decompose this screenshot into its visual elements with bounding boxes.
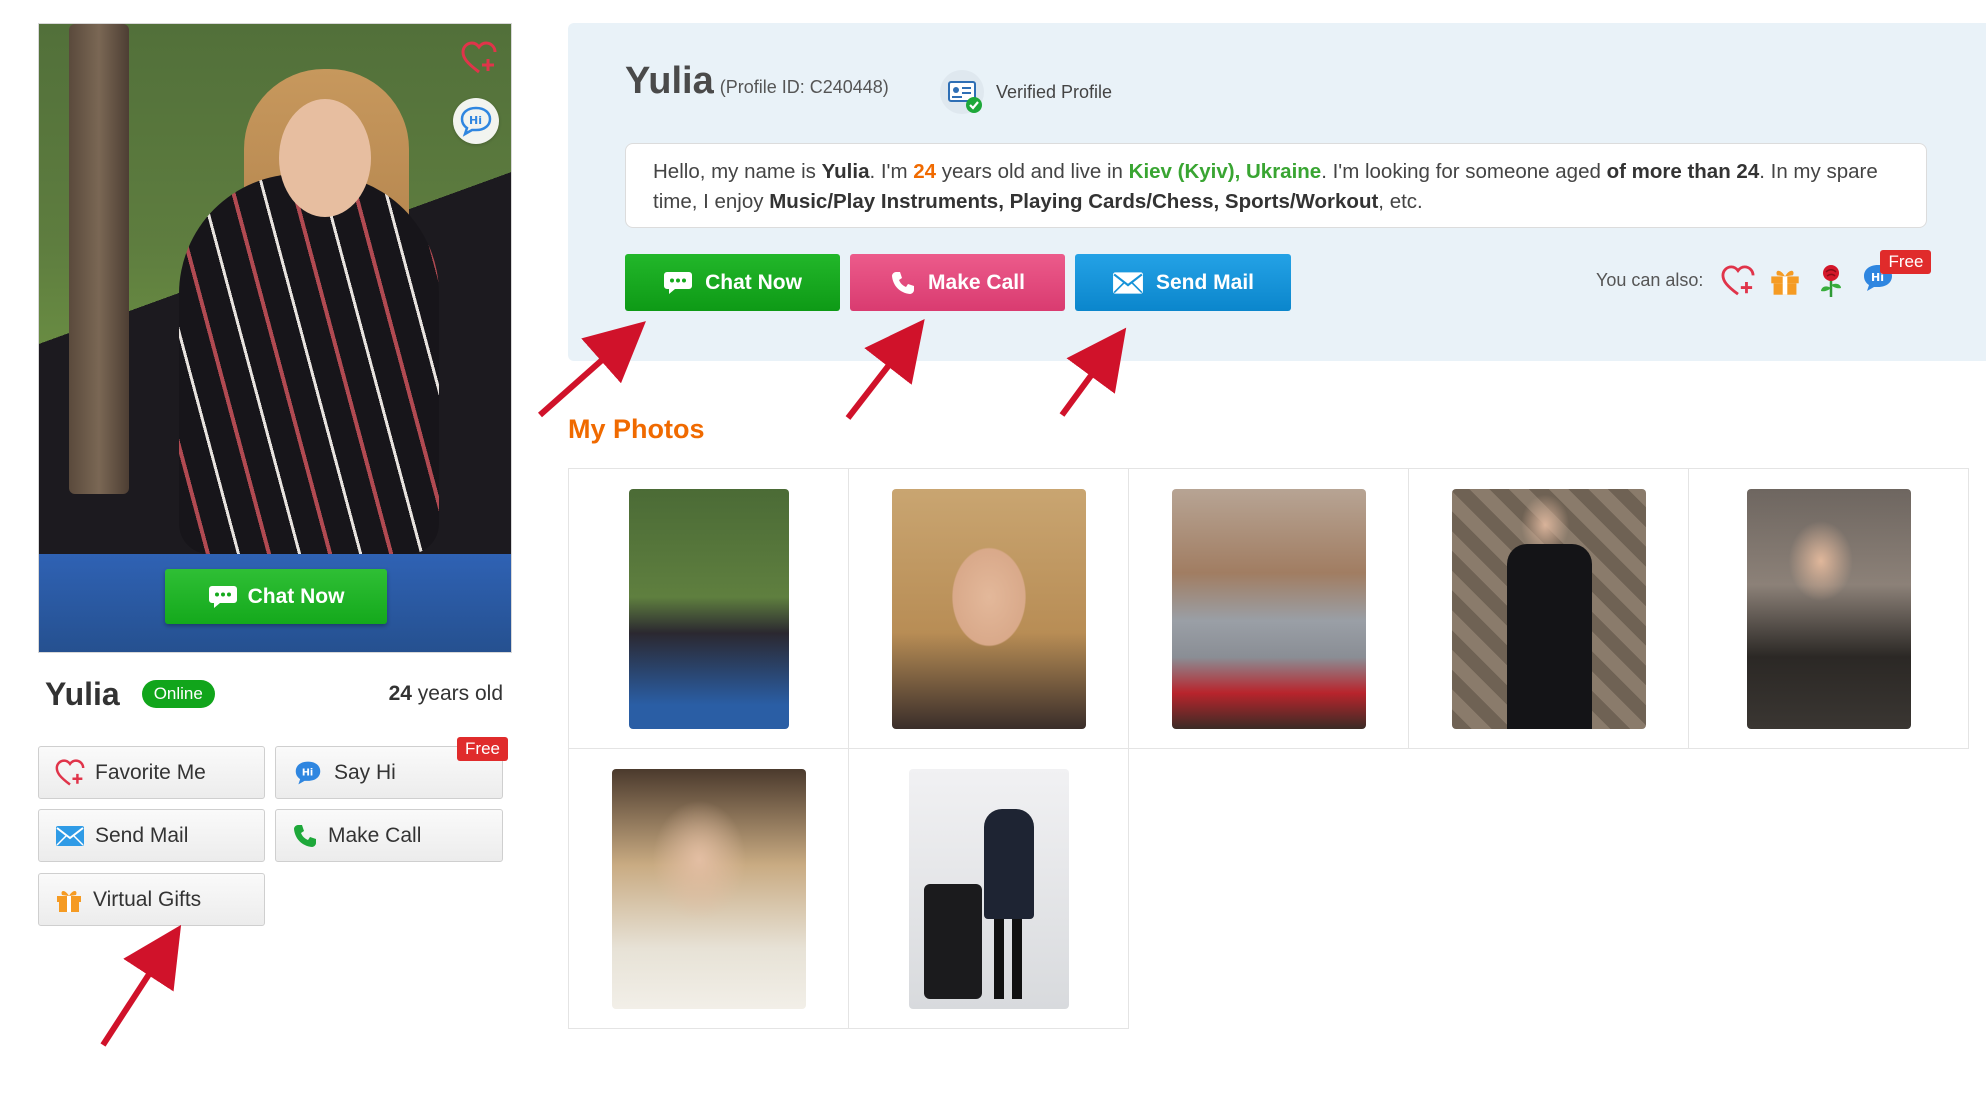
make-call-main-button[interactable]: Make Call xyxy=(850,254,1065,311)
bio-text-3: years old and live in xyxy=(936,160,1129,183)
make-call-main-label: Make Call xyxy=(928,270,1025,294)
photo-thumbnail[interactable] xyxy=(628,488,789,729)
rose-icon[interactable] xyxy=(1815,264,1847,298)
photo-cell[interactable] xyxy=(568,468,849,749)
name-row: Yulia Online 24 years old xyxy=(45,672,505,716)
you-can-also: You can also: Hi Free xyxy=(1596,250,1932,299)
heart-plus-icon[interactable] xyxy=(457,36,501,80)
favorite-me-label: Favorite Me xyxy=(95,760,206,784)
send-mail-label: Send Mail xyxy=(95,823,189,847)
profile-header: Yulia (Profile ID: C240448) xyxy=(625,60,889,103)
photo-thumbnail[interactable] xyxy=(891,488,1086,729)
photo-cell[interactable] xyxy=(1688,468,1969,749)
profile-name: Yulia xyxy=(45,675,120,712)
send-mail-button[interactable]: Send Mail xyxy=(38,809,265,862)
main-profile-photo[interactable]: Hi Chat Now xyxy=(38,23,512,653)
virtual-gifts-button[interactable]: Virtual Gifts xyxy=(38,873,265,926)
bio-name: Yulia xyxy=(821,160,870,183)
photo-chat-now-label: Chat Now xyxy=(247,584,345,608)
send-mail-main-label: Send Mail xyxy=(1155,270,1255,294)
bio-aged: of more than 24 xyxy=(1606,160,1760,183)
photo-thumbnail[interactable] xyxy=(1746,488,1911,729)
age-suffix: years old xyxy=(411,682,503,705)
hi-bubble-icon[interactable]: Hi xyxy=(453,98,499,144)
heart-plus-icon[interactable] xyxy=(1721,264,1755,297)
favorite-me-button[interactable]: Favorite Me xyxy=(38,746,265,799)
online-status-badge: Online xyxy=(141,680,215,708)
bio-text-6: , etc. xyxy=(1378,190,1423,213)
photo-thumbnail[interactable] xyxy=(908,768,1069,1009)
envelope-icon xyxy=(56,825,84,846)
chat-icon xyxy=(664,271,693,294)
verified-profile: Verified Profile xyxy=(938,68,1112,116)
photo-tree-trunk xyxy=(69,24,129,494)
profile-bio: Hello, my name is Yulia. I'm 24 years ol… xyxy=(625,143,1927,228)
phone-icon xyxy=(892,271,915,294)
bio-age: 24 xyxy=(913,160,937,183)
hi-bubble-icon: Hi xyxy=(295,761,321,784)
photo-cell[interactable] xyxy=(568,748,849,1029)
profile-header-name: Yulia xyxy=(625,60,714,102)
photo-cell[interactable] xyxy=(848,468,1129,749)
gift-icon[interactable] xyxy=(1769,265,1801,297)
bio-hobbies: Music/Play Instruments, Playing Cards/Ch… xyxy=(769,190,1379,213)
gift-icon xyxy=(57,890,81,912)
svg-text:Hi: Hi xyxy=(469,114,482,127)
free-tag: Free xyxy=(457,737,508,761)
arrow-to-virtual-gifts xyxy=(100,924,182,1047)
heart-plus-icon xyxy=(55,758,85,786)
age-text: 24 years old xyxy=(389,682,503,706)
verified-label: Verified Profile xyxy=(996,81,1113,102)
send-mail-main-button[interactable]: Send Mail xyxy=(1075,254,1291,311)
bio-text-1: Hello, my name is xyxy=(653,160,822,183)
make-call-button[interactable]: Make Call xyxy=(275,809,503,862)
envelope-icon xyxy=(1113,271,1143,294)
say-hi-button[interactable]: Hi Say Hi Free xyxy=(275,737,508,799)
you-can-also-label: You can also: xyxy=(1596,270,1704,290)
my-photos-title: My Photos xyxy=(568,414,705,444)
photo-dress xyxy=(179,174,439,554)
photo-thumbnail[interactable] xyxy=(611,768,806,1009)
photo-chat-now-button[interactable]: Chat Now xyxy=(165,569,387,624)
profile-page: Hi Chat Now Yulia Online 24 years old Fa… xyxy=(0,0,1986,1105)
profile-id: (Profile ID: C240448) xyxy=(719,77,889,97)
photo-cell[interactable] xyxy=(848,748,1129,1029)
age-number: 24 xyxy=(388,682,412,705)
make-call-label: Make Call xyxy=(328,823,422,847)
photo-thumbnail[interactable] xyxy=(1451,488,1646,729)
free-tag: Free xyxy=(1880,250,1932,274)
verified-id-card-icon xyxy=(940,70,984,114)
svg-text:Hi: Hi xyxy=(302,767,313,778)
chat-now-label: Chat Now xyxy=(705,270,802,294)
chat-icon xyxy=(208,585,237,608)
bio-text-4: . I'm looking for someone aged xyxy=(1321,160,1607,183)
photo-cell[interactable] xyxy=(1408,468,1689,749)
photo-cell[interactable] xyxy=(1128,468,1409,749)
bio-text-2: . I'm xyxy=(869,160,914,183)
bio-location: Kiev (Kyiv), Ukraine xyxy=(1128,160,1322,183)
also-say-hi[interactable]: Hi Free xyxy=(1861,250,1932,299)
say-hi-label: Say Hi xyxy=(334,760,396,784)
photo-face xyxy=(279,99,371,217)
phone-icon xyxy=(294,824,316,847)
chat-now-button[interactable]: Chat Now xyxy=(625,254,840,311)
photo-thumbnail[interactable] xyxy=(1171,488,1366,729)
virtual-gifts-label: Virtual Gifts xyxy=(93,887,202,911)
